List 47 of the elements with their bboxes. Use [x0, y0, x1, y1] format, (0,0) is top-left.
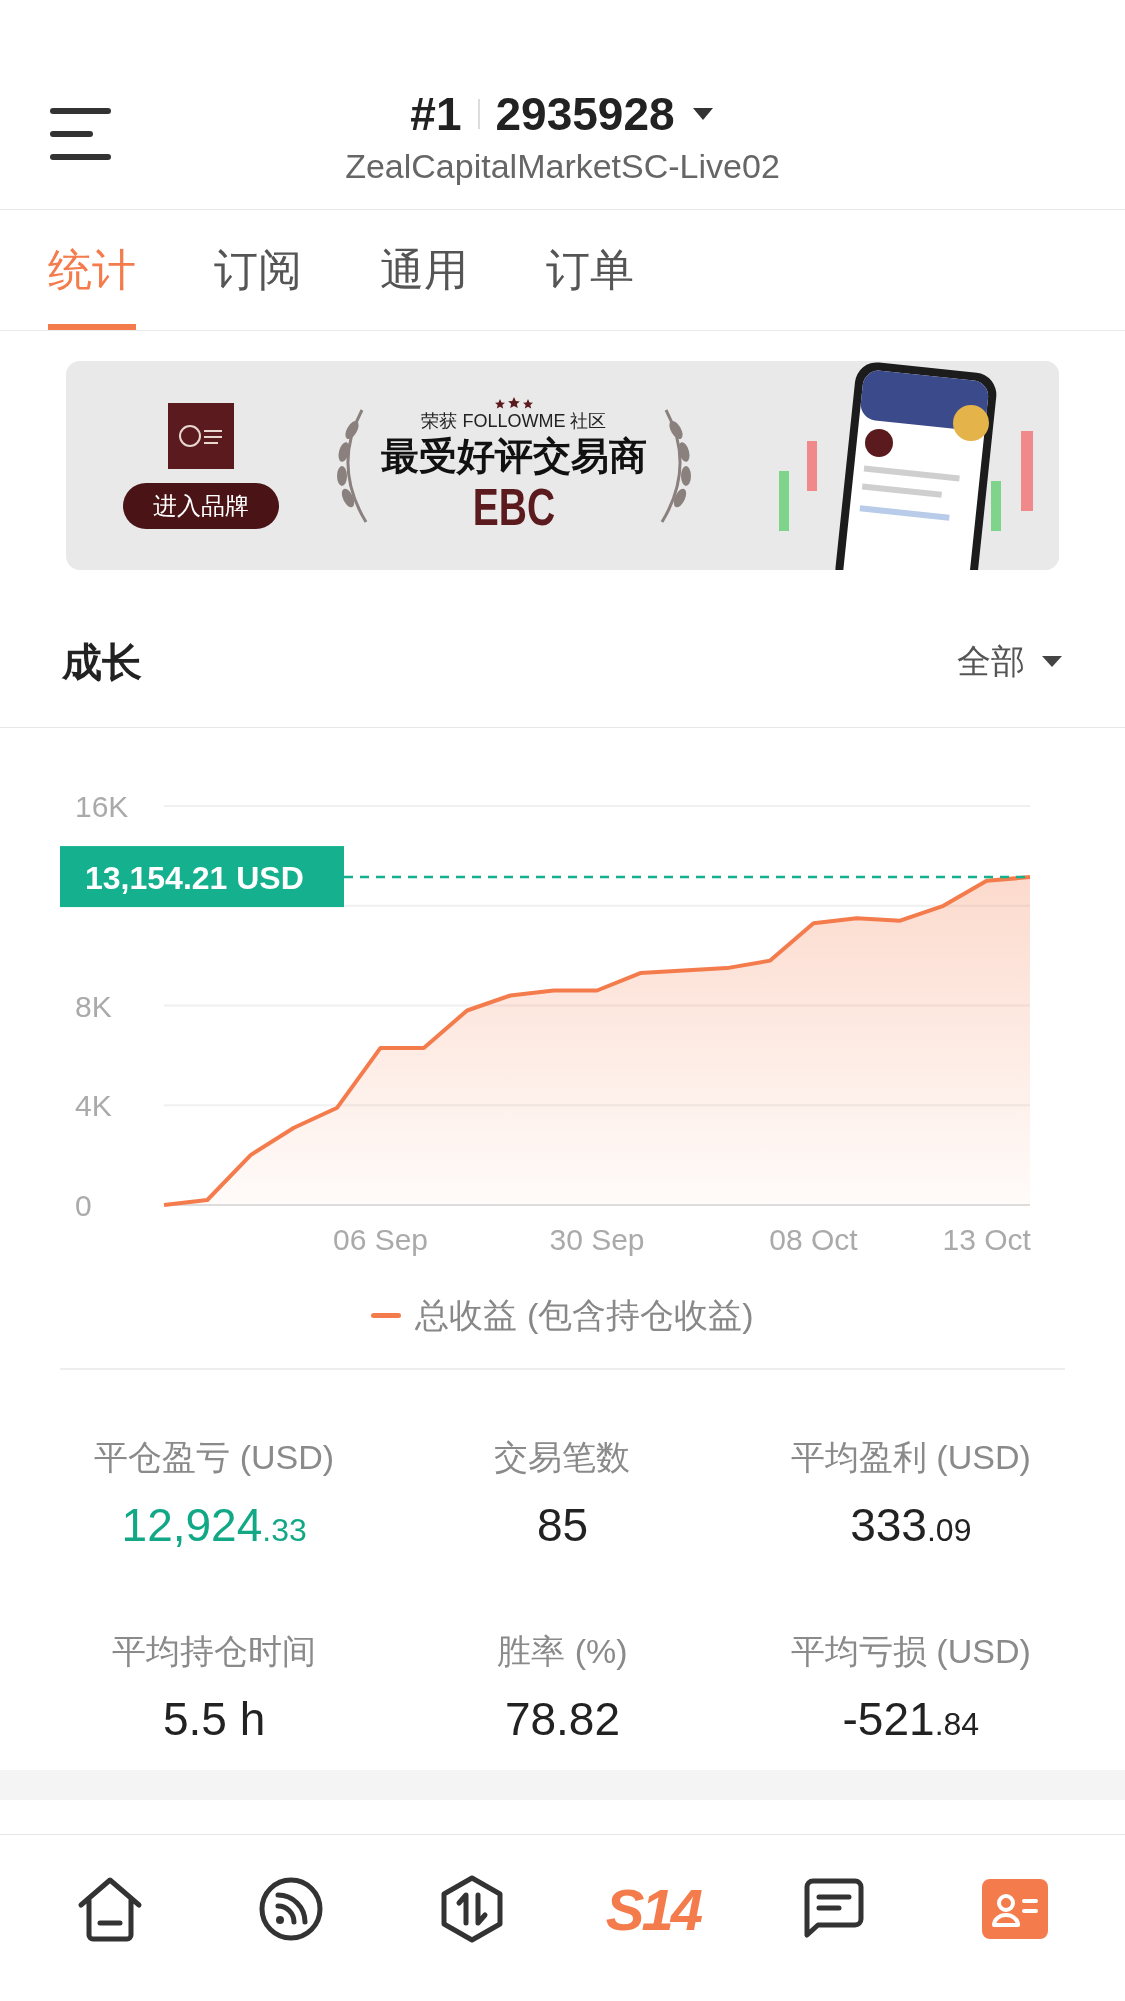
y-axis-label: 8K — [75, 989, 112, 1023]
account-index: #1 — [410, 86, 462, 142]
brand-logo-icon — [168, 402, 234, 469]
stat-value: 333.09 — [850, 1498, 972, 1553]
brand-name: EBC — [472, 478, 556, 535]
stat-label: 平均盈利 (USD) — [790, 1437, 1031, 1478]
section-title: 成长 — [62, 638, 142, 686]
stat-value: 78.82 — [504, 1692, 621, 1747]
stat-value: 12,924.33 — [121, 1498, 307, 1553]
x-axis-label: 08 Oct — [769, 1223, 858, 1256]
server-name: ZealCapitalMarketSC-Live02 — [345, 146, 780, 187]
ad-banner[interactable]: 进入品牌 荣获 FOLLOWME 社区 最受好评交易商 EBC — [66, 361, 1059, 570]
stat-label: 平均亏损 (USD) — [790, 1631, 1031, 1672]
tab[interactable]: 订单 — [546, 210, 634, 330]
x-axis-label: 13 Oct — [942, 1223, 1031, 1256]
home-icon — [77, 1875, 144, 1943]
stat-value: 85 — [536, 1498, 589, 1553]
caret-icon — [690, 107, 715, 121]
feed-icon — [258, 1876, 325, 1942]
stat-label: 平仓盈亏 (USD) — [94, 1437, 335, 1478]
stat-value: 5.5 h — [163, 1692, 266, 1747]
swap-icon — [440, 1875, 505, 1943]
tab[interactable]: 订阅 — [214, 210, 302, 330]
account-selector[interactable]: #1 2935928 — [410, 86, 715, 142]
enter-brand-button[interactable]: 进入品牌 — [123, 482, 279, 529]
stat-label: 胜率 (%) — [497, 1631, 628, 1672]
profile-card-icon — [981, 1879, 1048, 1939]
message-icon — [802, 1877, 865, 1941]
y-axis-label: 4K — [75, 1089, 112, 1123]
stat-value: -521.84 — [842, 1692, 980, 1747]
menu-icon[interactable] — [50, 106, 112, 162]
tab[interactable]: 通用 — [380, 210, 468, 330]
y-axis-label: 0 — [75, 1189, 92, 1222]
stars-icon — [494, 396, 534, 409]
legend-swatch — [371, 1312, 402, 1318]
range-dropdown[interactable]: 全部 — [957, 636, 1063, 687]
award-text: 荣获 FOLLOWME 社区 — [421, 409, 607, 433]
y-axis-label: 16K — [75, 790, 129, 823]
stat-label: 平均持仓时间 — [112, 1631, 317, 1672]
value-label: 13,154.21 USD — [60, 846, 344, 908]
legend-label: 总收益 (包含持仓收益) — [415, 1294, 754, 1336]
award-headline: 最受好评交易商 — [381, 433, 647, 479]
caret-icon — [1041, 655, 1063, 668]
stat-label: 交易笔数 — [494, 1437, 631, 1478]
x-axis-label: 30 Sep — [549, 1223, 645, 1256]
account-number: 2935928 — [495, 86, 675, 142]
x-axis-label: 06 Sep — [332, 1223, 429, 1256]
